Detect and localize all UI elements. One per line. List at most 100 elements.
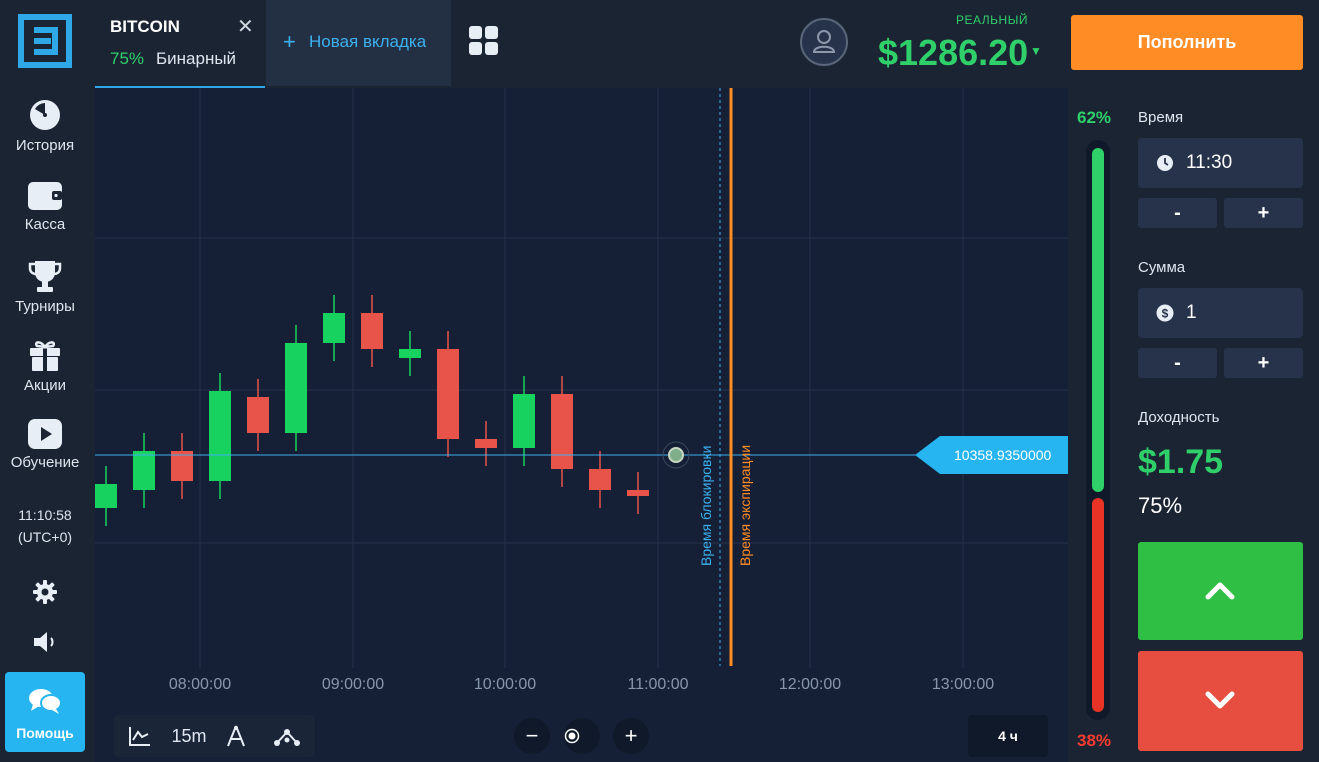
balance-dropdown-icon[interactable]: ▼ [1030, 44, 1042, 58]
sidebar-item-education[interactable]: Обучение [0, 418, 90, 471]
candle-up [209, 391, 231, 481]
close-tab-icon[interactable]: ✕ [237, 14, 254, 39]
chart-grid [95, 88, 1068, 668]
tab-bitcoin[interactable]: BITCOIN ✕ 75% Бинарный [95, 0, 265, 90]
help-button[interactable]: Помощь [5, 672, 85, 752]
candle-down [247, 397, 269, 433]
server-clock: 11:10:58 (UTC+0) [0, 504, 90, 548]
gift-icon [30, 341, 60, 371]
candle-up [133, 451, 155, 490]
candle-down [475, 439, 497, 448]
sidebar-item-label: История [15, 137, 75, 154]
amount-decrease-button[interactable]: - [1138, 348, 1217, 378]
candle-down [437, 349, 459, 439]
time-increase-button[interactable]: + [1224, 198, 1303, 228]
clock-time: 11:10:58 [18, 507, 72, 523]
user-silhouette-icon [812, 30, 836, 53]
chart-type-icon[interactable] [128, 725, 152, 747]
sidebar-item-label: Акции [24, 377, 66, 394]
zoom-in-button[interactable]: + [613, 718, 649, 754]
price-chart[interactable]: Время блокировки Время экспирации 10358.… [95, 88, 1068, 762]
sidebar-item-history[interactable]: История [0, 97, 90, 154]
settings-gear-icon[interactable] [32, 579, 58, 605]
svg-text:$: $ [1162, 307, 1169, 321]
sentiment-track [1086, 140, 1110, 720]
period-button[interactable]: 4 ч [968, 715, 1048, 757]
indicators-icon[interactable] [274, 726, 300, 748]
sidebar-item-label: Турниры [15, 298, 75, 315]
account-balance[interactable]: $1286.20 [878, 32, 1028, 74]
tab-asset-name: BITCOIN [110, 17, 180, 36]
x-tick-label: 12:00:00 [779, 676, 841, 693]
user-avatar[interactable] [800, 18, 848, 66]
candle-up [323, 313, 345, 343]
dollar-coin-icon: $ [1156, 304, 1174, 322]
clock-icon [1157, 155, 1173, 171]
top-bar: BITCOIN ✕ 75% Бинарный + Новая вкладка Р… [95, 0, 1319, 90]
put-down-button[interactable] [1138, 651, 1303, 751]
clock-timezone: (UTC+0) [17, 529, 73, 545]
sentiment-up-percent: 62% [1077, 108, 1112, 127]
layout-grid-icon[interactable] [468, 25, 500, 57]
expiry-time-label: Время экспирации [737, 445, 753, 566]
candle-down [627, 490, 649, 496]
chevron-up-icon [1205, 582, 1235, 600]
trophy-icon [28, 261, 62, 292]
candle-up [513, 394, 535, 448]
new-tab-button[interactable]: + Новая вкладка [266, 0, 451, 86]
candle-down [361, 313, 383, 349]
candles-group [95, 295, 649, 526]
amount-label: Сумма [1138, 259, 1186, 276]
x-tick-label: 11:00:00 [627, 676, 688, 693]
new-tab-label: Новая вкладка [309, 32, 427, 51]
profit-label: Доходность [1138, 409, 1220, 426]
x-axis-ticks: 08:00:00 09:00:00 10:00:00 11:00:00 12:00:00… [169, 676, 994, 693]
sidebar-item-cashier[interactable]: Касса [0, 180, 90, 233]
zoom-out-button[interactable]: − [514, 718, 550, 754]
time-decrease-button[interactable]: - [1138, 198, 1217, 228]
account-type-label: РЕАЛЬНЫЙ [956, 13, 1028, 27]
timeframe-select[interactable]: 15m [169, 715, 209, 757]
x-tick-label: 13:00:00 [932, 676, 994, 693]
target-icon [564, 728, 580, 744]
trade-panel: Время 11:30 - + Сумма $ 1 - + Доходность… [1126, 88, 1319, 762]
amount-increase-button[interactable]: + [1224, 348, 1303, 378]
candle-down [589, 469, 611, 490]
candle-up [399, 349, 421, 358]
chevron-down-icon [1205, 691, 1235, 709]
sidebar-item-promotions[interactable]: Акции [0, 337, 90, 394]
sidebar-item-tournaments[interactable]: Турниры [0, 258, 90, 315]
call-up-button[interactable] [1138, 542, 1303, 640]
drawing-tools-icon[interactable] [224, 724, 248, 748]
current-price-marker [668, 447, 684, 463]
lock-time-label: Время блокировки [698, 446, 714, 566]
brand-logo[interactable] [18, 14, 72, 68]
plus-icon: + [283, 29, 296, 54]
profit-percent: 75% [1138, 493, 1183, 518]
x-tick-label: 10:00:00 [474, 676, 536, 693]
sentiment-down-bar [1092, 498, 1104, 712]
time-field[interactable]: 11:30 [1138, 138, 1303, 188]
candle-up [95, 484, 117, 508]
sidebar-item-label: Касса [24, 216, 66, 233]
sentiment-down-percent: 38% [1077, 731, 1112, 750]
help-label: Помощь [16, 725, 74, 741]
chart-canvas[interactable]: Время блокировки Время экспирации 10358.… [95, 88, 1068, 762]
play-icon [28, 419, 62, 449]
profit-amount: $1.75 [1138, 443, 1224, 481]
recenter-button[interactable] [564, 718, 600, 754]
chart-toolbar: 15m [114, 715, 315, 757]
tab-option-type: Бинарный [156, 49, 237, 68]
tab-payout-percent: 75% [110, 49, 145, 68]
history-clock-icon [30, 100, 60, 130]
sidebar-item-label: Обучение [10, 454, 80, 471]
trader-sentiment: 62% 38% [1068, 88, 1126, 762]
deposit-button[interactable]: Пополнить [1071, 15, 1303, 70]
time-value: 11:30 [1186, 152, 1233, 173]
sound-speaker-icon[interactable] [32, 630, 60, 654]
candle-down [551, 394, 573, 469]
amount-field[interactable]: $ 1 [1138, 288, 1303, 338]
price-tag-value: 10358.9350000 [954, 447, 1052, 463]
left-sidebar: История Касса Турниры Акции Обучение 11:… [0, 0, 95, 762]
amount-value: 1 [1186, 302, 1197, 323]
